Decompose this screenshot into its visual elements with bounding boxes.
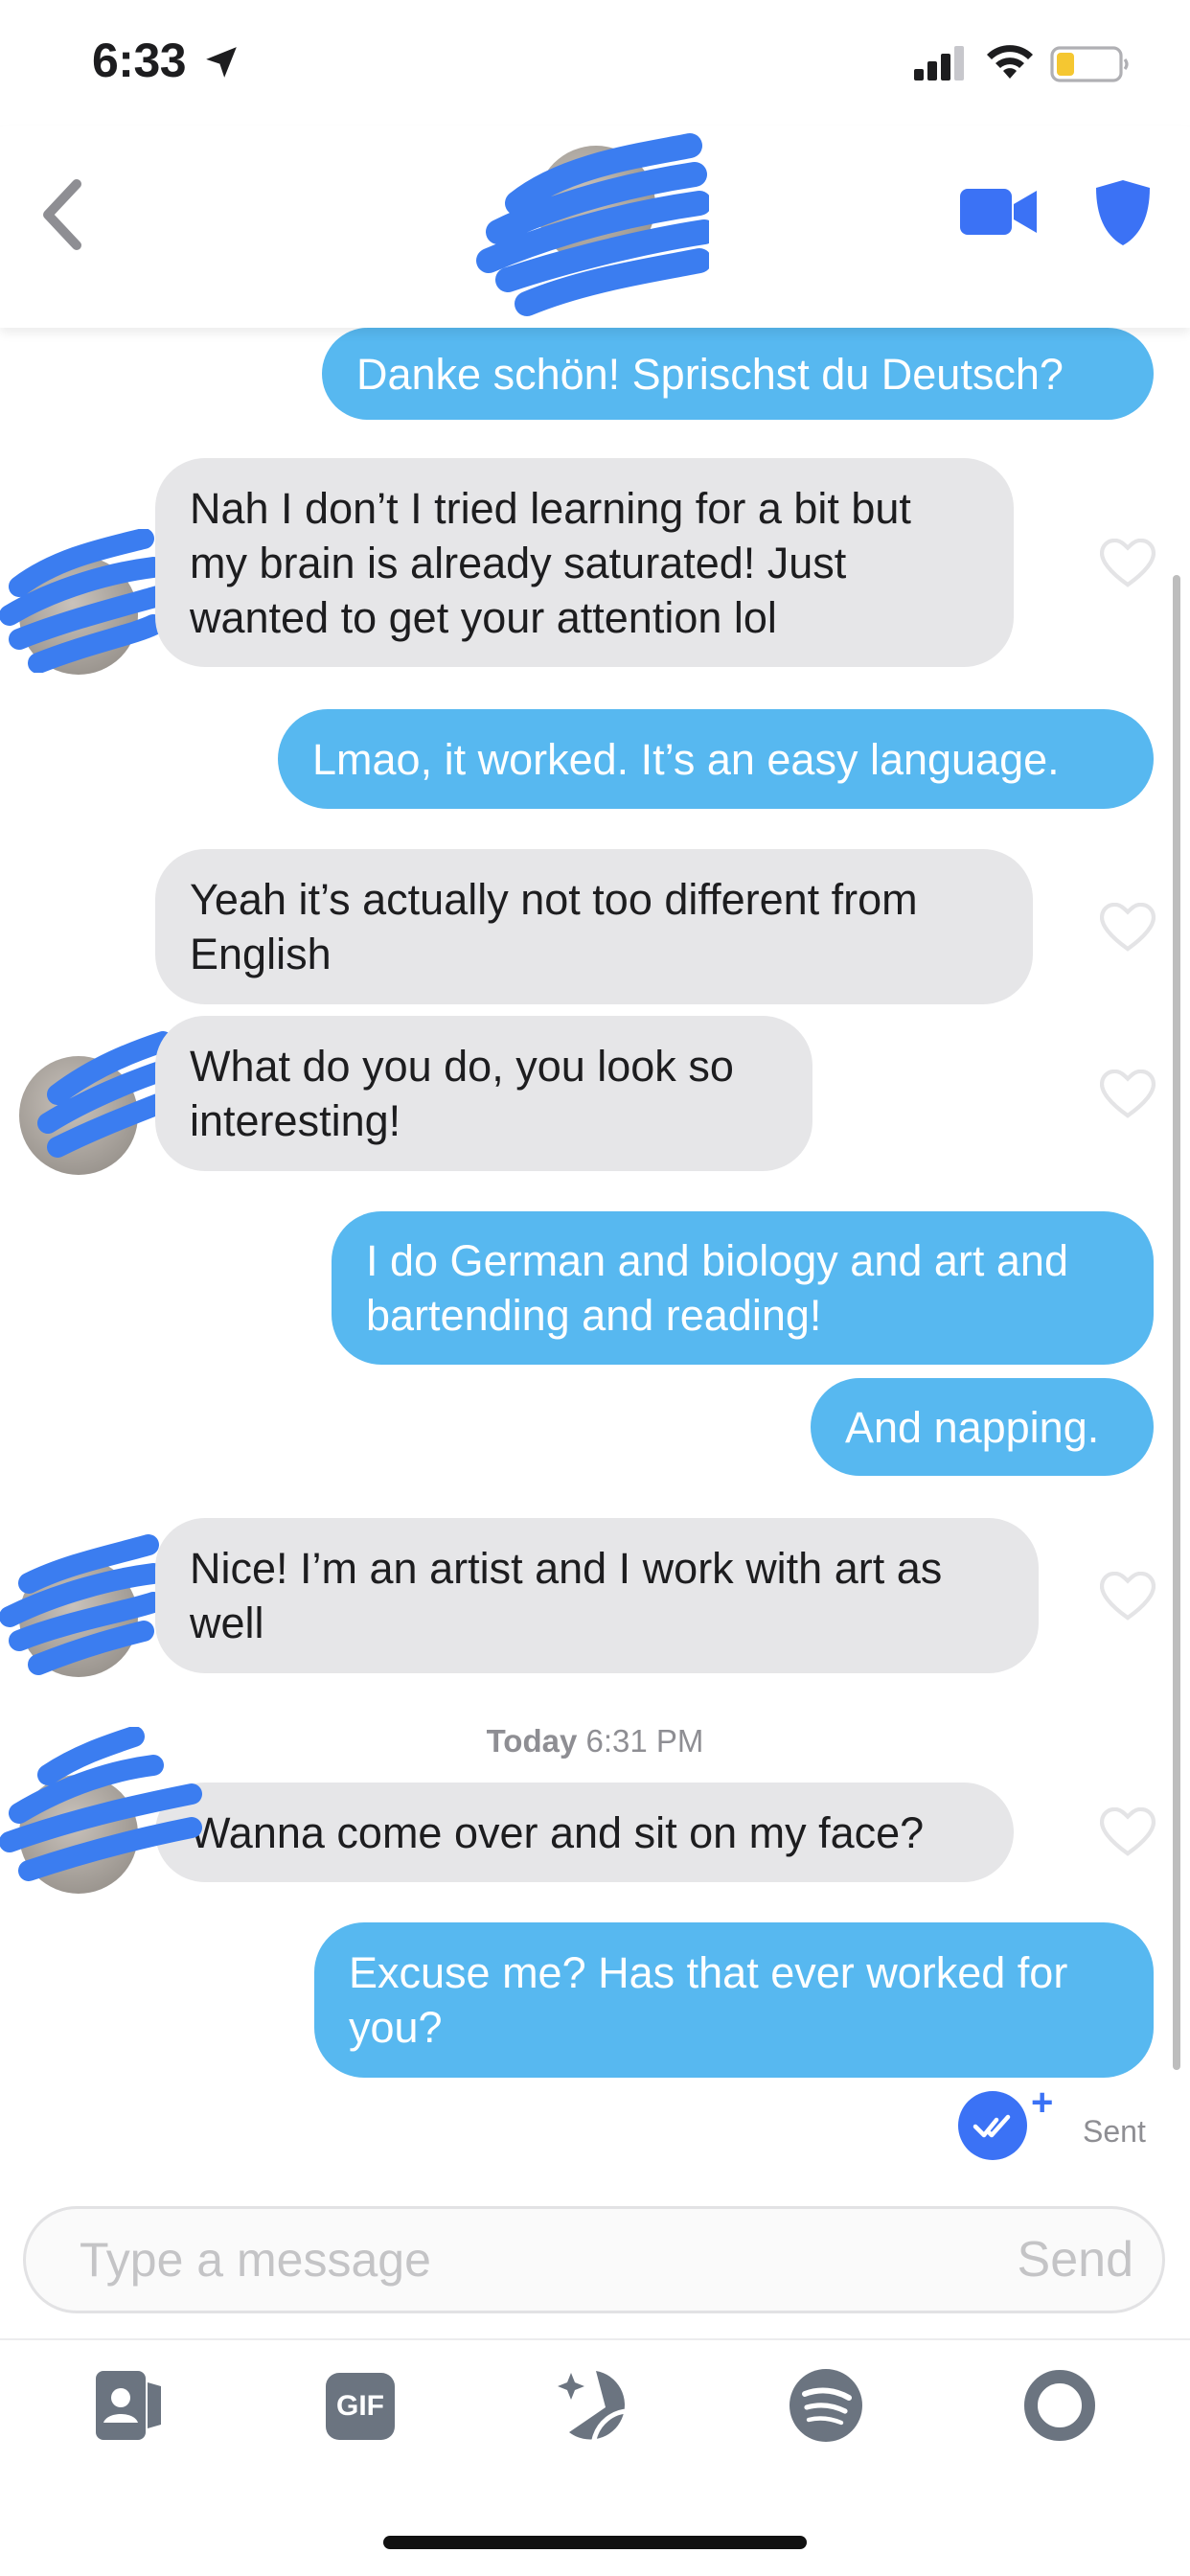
message-list[interactable]: Danke schön! Sprischst du Deutsch? Nah I… xyxy=(0,328,1190,2196)
safety-shield-icon[interactable] xyxy=(1094,178,1152,247)
message-text: I do German and biology and art and bart… xyxy=(366,1236,1068,1340)
message-text: Nice! I’m an artist and I work with art … xyxy=(190,1544,943,1647)
message-text: Nah I don’t I tried learning for a bit b… xyxy=(190,483,911,642)
chat-header xyxy=(0,126,1190,328)
cellular-signal-icon xyxy=(914,46,964,80)
status-bar: 6:33 xyxy=(0,0,1190,126)
message-outgoing: I do German and biology and art and bart… xyxy=(332,1211,1154,1365)
like-heart-icon[interactable] xyxy=(1100,539,1156,588)
message-input[interactable] xyxy=(80,2209,942,2311)
message-outgoing: Danke schön! Sprischst du Deutsch? xyxy=(322,328,1154,420)
message-text: Yeah it’s actually not too different fro… xyxy=(190,875,918,978)
redaction-scribble xyxy=(0,529,163,673)
plus-icon[interactable]: + xyxy=(1031,2082,1053,2125)
message-text: Danke schön! Sprischst du Deutsch? xyxy=(356,349,1064,399)
scrollbar[interactable] xyxy=(1173,575,1180,2070)
back-chevron-icon[interactable] xyxy=(38,176,86,253)
redaction-scribble xyxy=(0,1534,163,1675)
sticker-icon[interactable] xyxy=(556,2365,636,2446)
double-check-icon xyxy=(958,2091,1027,2160)
message-incoming: What do you do, you look so interesting! xyxy=(155,1016,812,1171)
message-incoming: Nah I don’t I tried learning for a bit b… xyxy=(155,458,1014,667)
message-text: And napping. xyxy=(845,1402,1100,1452)
contact-card-icon[interactable] xyxy=(88,2365,169,2446)
like-heart-icon[interactable] xyxy=(1100,1070,1156,1119)
gif-icon[interactable]: GIF xyxy=(326,2373,395,2440)
read-receipt: + Sent xyxy=(958,2082,1169,2172)
message-outgoing: Excuse me? Has that ever worked for you? xyxy=(314,1922,1154,2078)
message-outgoing: Lmao, it worked. It’s an easy language. xyxy=(278,709,1154,809)
battery-icon xyxy=(1050,46,1129,82)
spotify-icon[interactable] xyxy=(786,2365,866,2446)
redaction-scribble xyxy=(476,133,709,316)
location-arrow-icon xyxy=(206,47,237,78)
message-incoming: Yeah it’s actually not too different fro… xyxy=(155,849,1033,1004)
wifi-icon xyxy=(987,45,1033,79)
message-incoming: Nice! I’m an artist and I work with art … xyxy=(155,1518,1039,1673)
timestamp-time: 6:31 PM xyxy=(585,1723,704,1759)
message-text: Lmao, it worked. It’s an easy language. xyxy=(312,734,1060,784)
message-outgoing: And napping. xyxy=(811,1378,1154,1476)
timestamp-day: Today xyxy=(486,1723,578,1759)
redaction-scribble xyxy=(37,1031,172,1158)
home-indicator[interactable] xyxy=(383,2536,807,2549)
like-heart-icon[interactable] xyxy=(1100,903,1156,953)
message-incoming: Wanna come over and sit on my face? xyxy=(155,1782,1014,1882)
redaction-scribble xyxy=(0,1727,202,1881)
message-text: What do you do, you look so interesting! xyxy=(190,1042,734,1145)
message-composer: Send xyxy=(23,2206,1165,2313)
loop-icon[interactable] xyxy=(1019,2365,1100,2446)
video-call-icon[interactable] xyxy=(960,184,1037,240)
like-heart-icon[interactable] xyxy=(1100,1572,1156,1622)
message-text: Excuse me? Has that ever worked for you? xyxy=(349,1948,1068,2052)
message-text: Wanna come over and sit on my face? xyxy=(190,1807,925,1857)
send-button[interactable]: Send xyxy=(1018,2209,1133,2311)
like-heart-icon[interactable] xyxy=(1100,1807,1156,1857)
status-time: 6:33 xyxy=(92,34,187,87)
sent-status: Sent xyxy=(1083,2114,1146,2149)
attachment-toolbar: GIF xyxy=(0,2340,1190,2474)
